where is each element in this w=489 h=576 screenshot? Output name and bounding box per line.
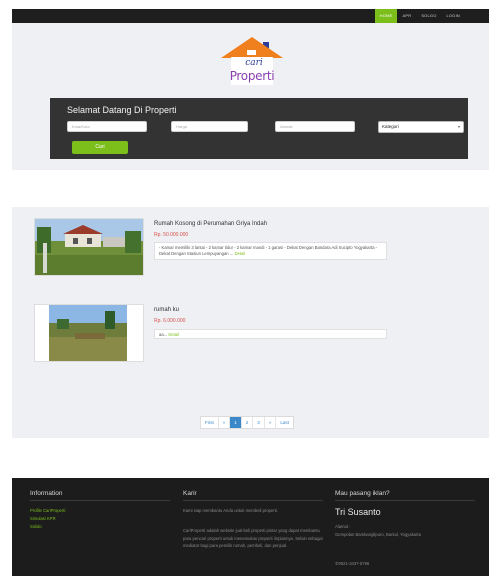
contact-phone-number: 0821-3437-5796 [338,561,370,566]
contact-phone: ✆0821-3437-5796 [335,560,369,568]
kategori-select[interactable]: Kategori ▾ [378,121,464,133]
footer: Information Profile CariProperti Simulas… [12,478,489,576]
footer-info-heading: Information [30,490,63,497]
nav-login[interactable]: LOGIN [442,9,465,23]
logo-text-cari: cari [245,58,263,68]
chevron-down-icon: ▾ [457,124,460,129]
top-navbar: HOME APR SOLGO LOGIN [12,9,489,23]
listing-title[interactable]: rumah ku [154,307,179,313]
footer-divider [30,500,170,501]
logo-text-properti: Properti [229,69,275,83]
listing-thumbnail[interactable] [34,304,144,362]
nav-links: HOME APR SOLGO LOGIN [374,9,465,23]
kategori-value: Kategori [382,124,399,129]
nav-home[interactable]: HOME [374,9,398,23]
listing-description: aa... Detail [154,329,387,339]
listing-price: Rp. 50.000.000 [154,232,189,238]
harga-input[interactable]: Harga [171,121,248,132]
listing-thumbnail[interactable] [34,218,144,276]
land-photo-image [35,305,143,361]
footer-link-profile[interactable]: Profile CariProperti [30,508,65,513]
footer-karir-heading: Karir [183,490,197,497]
detail-link[interactable]: Detail [168,332,179,337]
page-3[interactable]: 3 [253,417,265,428]
page-prev[interactable]: « [219,417,231,428]
alamat-input[interactable]: Alamat [275,121,355,132]
footer-karir-line: Kami siap membantu Anda untuk membeli pr… [183,508,278,513]
house-photo-image [35,219,143,275]
listings-section: Rumah Kosong di Perumahan Griya Indah Rp… [12,207,489,438]
kota-input[interactable]: Kota/Kota [67,121,147,132]
page-first[interactable]: First [201,417,219,428]
search-title: Selamat Datang Di Properti [67,105,177,115]
footer-divider [335,500,475,501]
listing-description: - Kamar memiliki 3 lantai - 2 kamar tidu… [154,242,387,260]
listing-title[interactable]: Rumah Kosong di Perumahan Griya Indah [154,221,267,227]
footer-contact-heading: Mau pasang iklan? [335,490,390,497]
footer-karir-text: CariProperti adalah website jual-beli pr… [183,528,323,548]
footer-divider [183,500,323,501]
page-1[interactable]: 1 [230,417,242,428]
hero-section: cari Properti Selamat Datang Di Properti… [12,23,489,170]
page-2[interactable]: 2 [242,417,254,428]
detail-link[interactable]: Detail [234,251,245,256]
page-next[interactable]: » [265,417,277,428]
listing-price: Rp. 6.000.000 [154,318,186,324]
nav-solgo[interactable]: SOLGO [416,9,441,23]
pagination: First « 1 2 3 » Last [200,416,294,429]
footer-link-solido[interactable]: Solido [30,524,42,529]
contact-name: Tri Susanto [335,507,381,517]
nav-apr[interactable]: APR [397,9,416,23]
cari-button[interactable]: Cari [72,141,128,154]
search-panel: Selamat Datang Di Properti Kota/Kota Har… [50,98,468,159]
site-logo[interactable]: cari Properti [219,36,285,88]
contact-address-label: Alamat : [335,524,351,529]
listing-desc-text: - Kamar memiliki 3 lantai - 2 kamar tidu… [159,245,378,256]
listing-desc-text: aa... [159,332,168,337]
page-last[interactable]: Last [276,417,293,428]
contact-address: Gempolan Bambanglipuro, Bantul, Yogyakar… [335,532,421,537]
footer-link-kpr[interactable]: Simulasi KPR [30,516,56,521]
